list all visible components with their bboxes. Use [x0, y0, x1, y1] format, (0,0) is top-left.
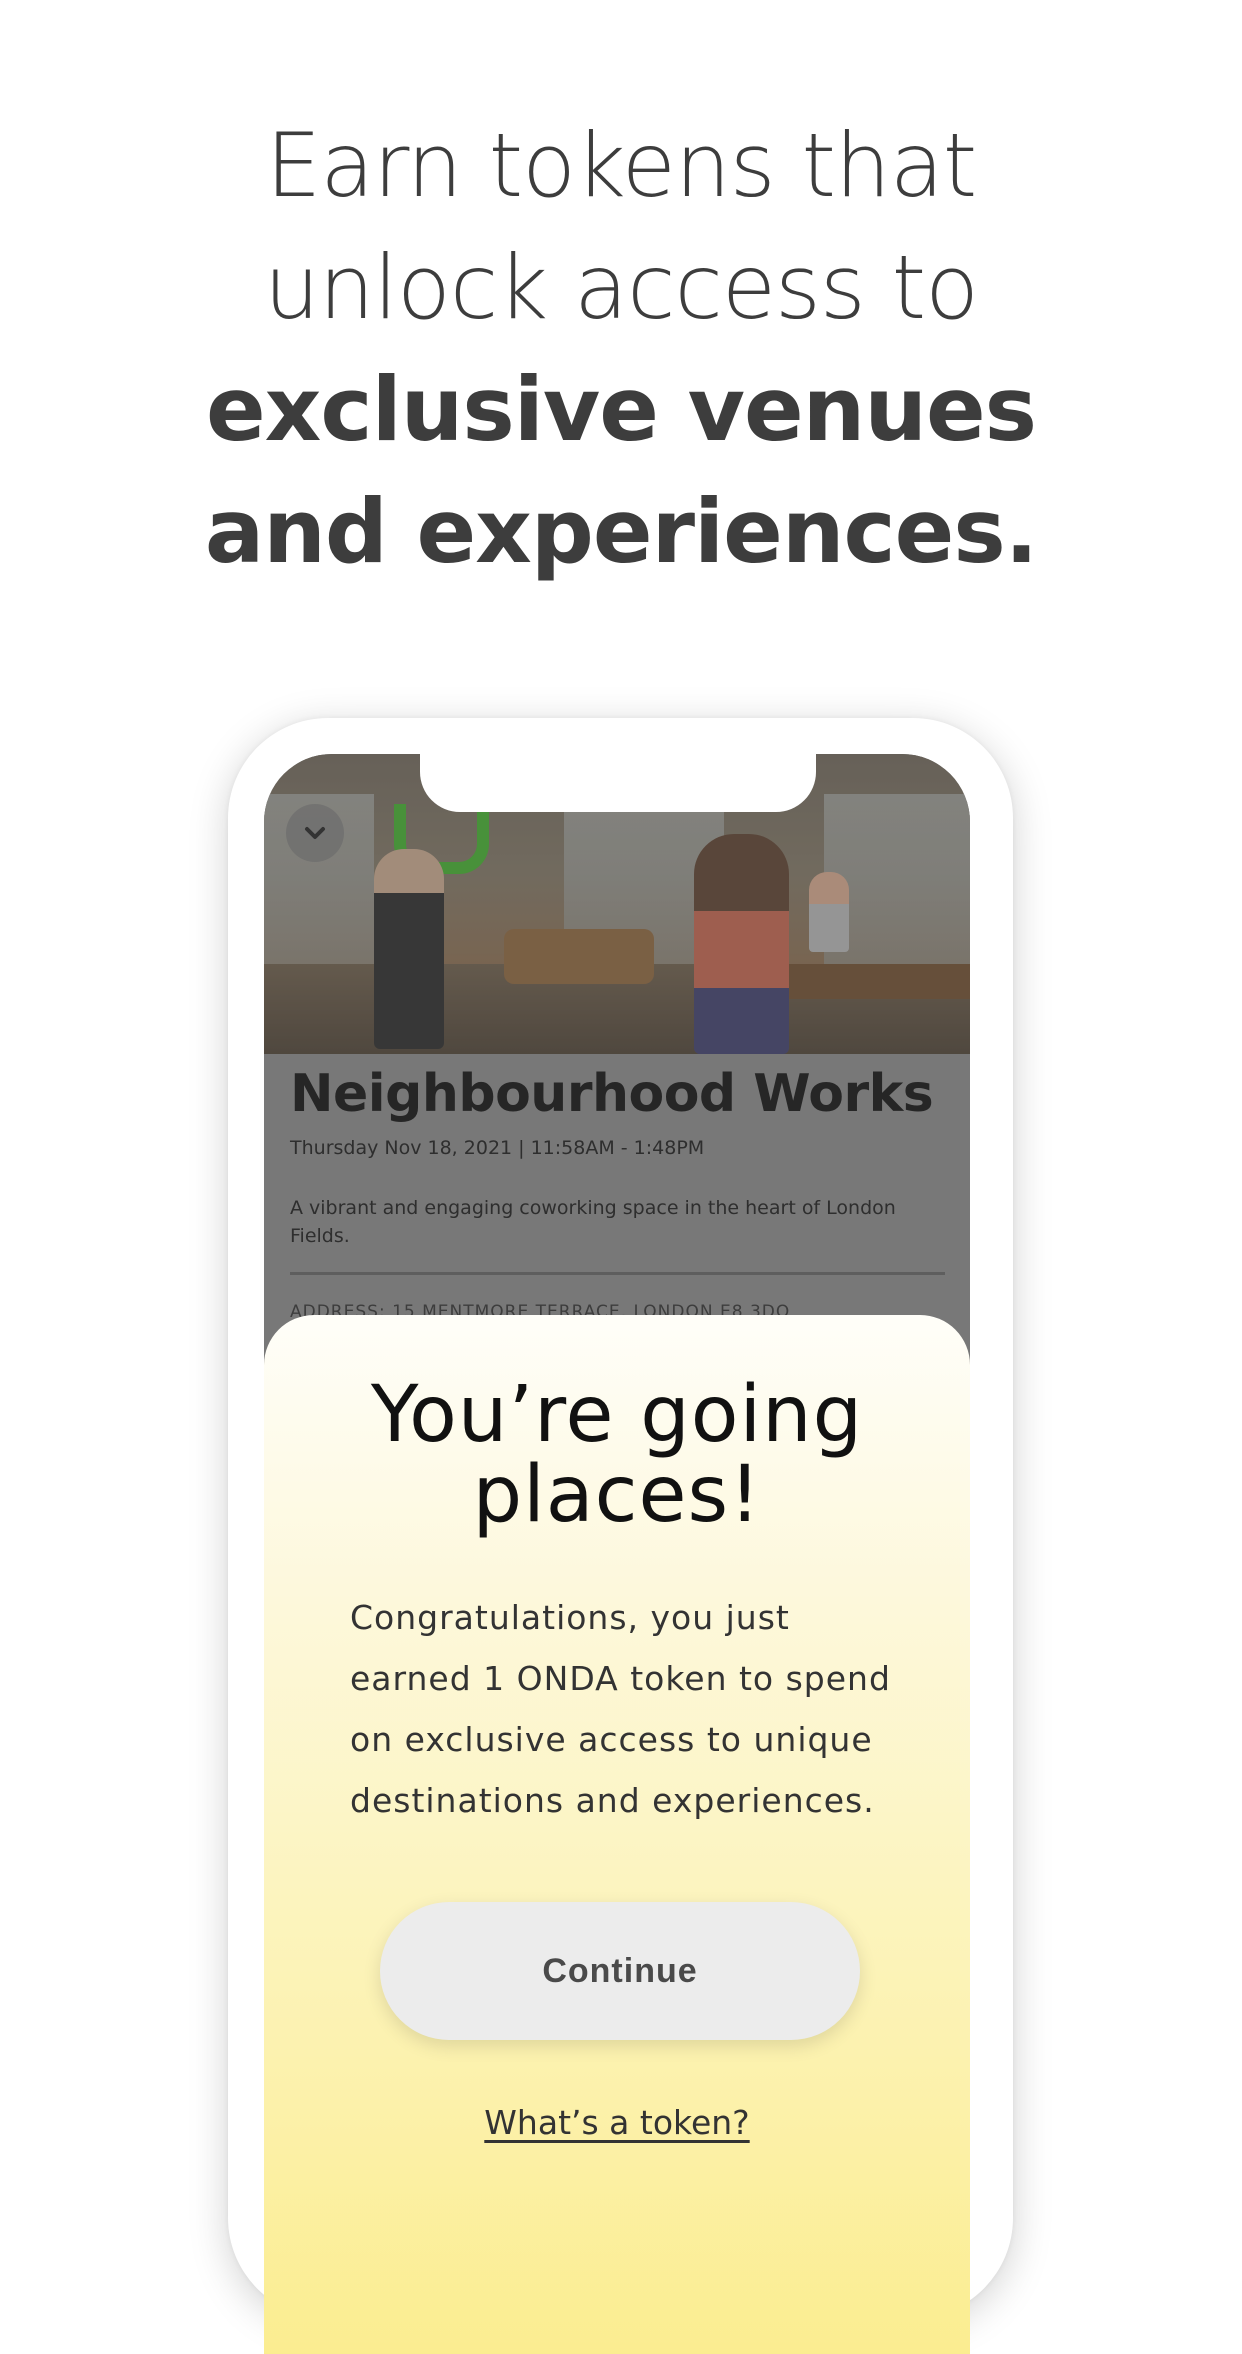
marketing-headline: Earn tokens that unlock access to exclus…: [0, 105, 1242, 593]
headline-line-2: unlock access to: [264, 236, 979, 339]
headline-line-1: Earn tokens that: [265, 114, 978, 217]
modal-title: You’re going places!: [370, 1370, 864, 1540]
venue-datetime: Thursday Nov 18, 2021 | 11:58AM - 1:48PM: [290, 1137, 705, 1159]
venue-description: A vibrant and engaging coworking space i…: [290, 1197, 896, 1247]
whats-a-token-link[interactable]: What’s a token?: [264, 2103, 970, 2142]
modal-body: Congratulations, you just earned 1 ONDA …: [350, 1598, 891, 1820]
headline-line-4: and experiences.: [204, 480, 1038, 583]
phone-frame: Neighbourhood Works Thursday Nov 18, 202…: [228, 718, 1013, 2354]
phone-notch: [420, 754, 816, 812]
collapse-button[interactable]: [286, 804, 344, 862]
phone-screen: Neighbourhood Works Thursday Nov 18, 202…: [264, 754, 970, 2354]
headline-line-3: exclusive venues: [205, 358, 1037, 461]
continue-button[interactable]: Continue: [380, 1902, 860, 2040]
reward-modal: You’re going places! Congratulations, yo…: [264, 1315, 970, 2354]
venue-name: Neighbourhood Works: [290, 1064, 934, 1124]
chevron-down-icon: [305, 827, 325, 839]
divider: [290, 1272, 945, 1275]
